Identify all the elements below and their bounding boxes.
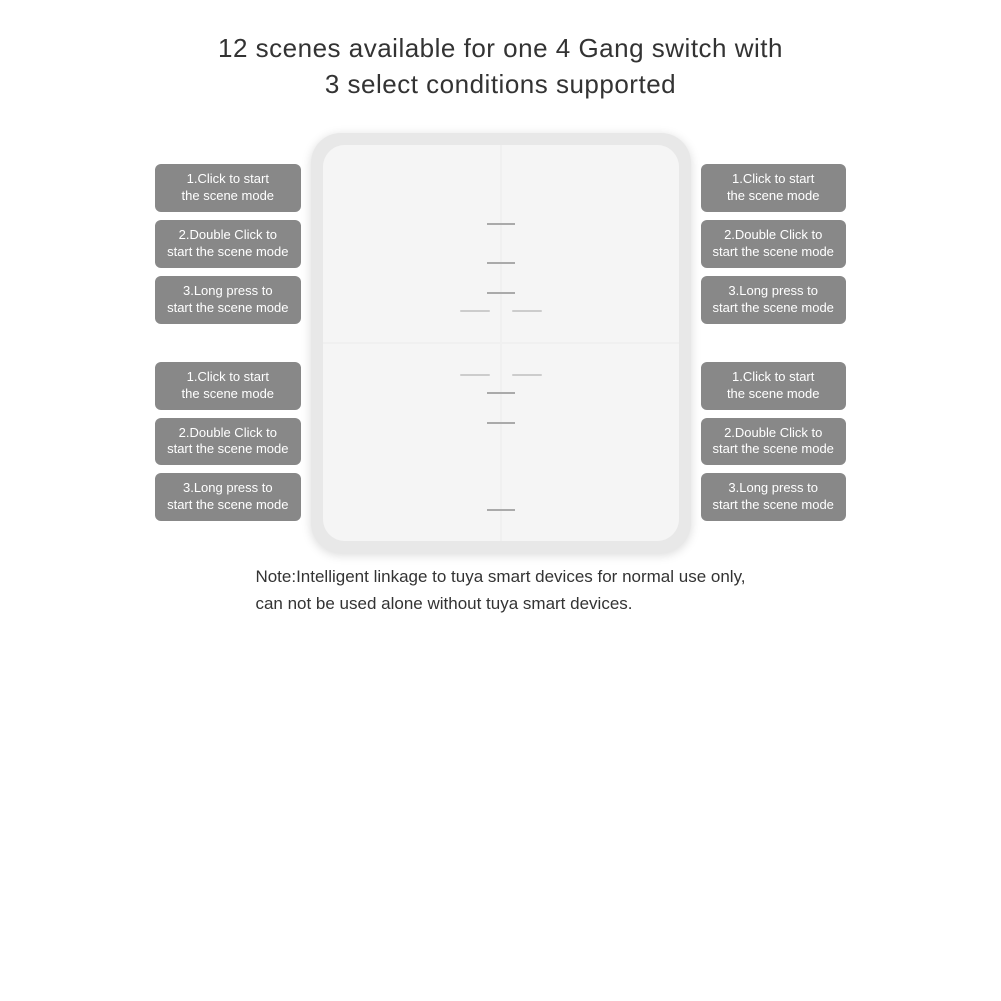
right-bottom-label-2: 2.Double Click tostart the scene mode [701, 418, 846, 466]
switch-btn-top-left[interactable] [323, 145, 500, 342]
right-bottom-group: 1.Click to startthe scene mode 2.Double … [701, 362, 846, 521]
title-section: 12 scenes available for one 4 Gang switc… [218, 30, 783, 103]
left-bottom-label-3: 3.Long press tostart the scene mode [155, 473, 300, 521]
left-top-label-2: 2.Double Click tostart the scene mode [155, 220, 300, 268]
right-bottom-label-3: 3.Long press tostart the scene mode [701, 473, 846, 521]
left-top-label-1: 1.Click to startthe scene mode [155, 164, 300, 212]
note-section: Note:Intelligent linkage to tuya smart d… [235, 563, 765, 617]
diagram-container: 1.Click to startthe scene mode 2.Double … [21, 133, 981, 553]
right-labels: 1.Click to startthe scene mode 2.Double … [701, 164, 846, 521]
right-top-group: 1.Click to startthe scene mode 2.Double … [701, 164, 846, 323]
switch-inner [323, 145, 679, 541]
switch-device [311, 133, 691, 553]
switch-btn-bottom-left[interactable] [323, 344, 500, 541]
left-top-group: 1.Click to startthe scene mode 2.Double … [155, 164, 300, 323]
switch-body [311, 133, 691, 553]
note-line1: Note:Intelligent linkage to tuya smart d… [255, 563, 745, 590]
left-labels: 1.Click to startthe scene mode 2.Double … [155, 164, 300, 521]
title-line2: 3 select conditions supported [218, 66, 783, 102]
left-bottom-label-1: 1.Click to startthe scene mode [155, 362, 300, 410]
right-top-label-2: 2.Double Click tostart the scene mode [701, 220, 846, 268]
right-top-label-3: 3.Long press tostart the scene mode [701, 276, 846, 324]
switch-btn-top-right[interactable] [502, 145, 679, 342]
note-line2: can not be used alone without tuya smart… [255, 590, 745, 617]
left-bottom-group: 1.Click to startthe scene mode 2.Double … [155, 362, 300, 521]
switch-btn-bottom-right[interactable] [502, 344, 679, 541]
right-bottom-label-1: 1.Click to startthe scene mode [701, 362, 846, 410]
title-line1: 12 scenes available for one 4 Gang switc… [218, 30, 783, 66]
right-top-label-1: 1.Click to startthe scene mode [701, 164, 846, 212]
left-bottom-label-2: 2.Double Click tostart the scene mode [155, 418, 300, 466]
left-top-label-3: 3.Long press tostart the scene mode [155, 276, 300, 324]
